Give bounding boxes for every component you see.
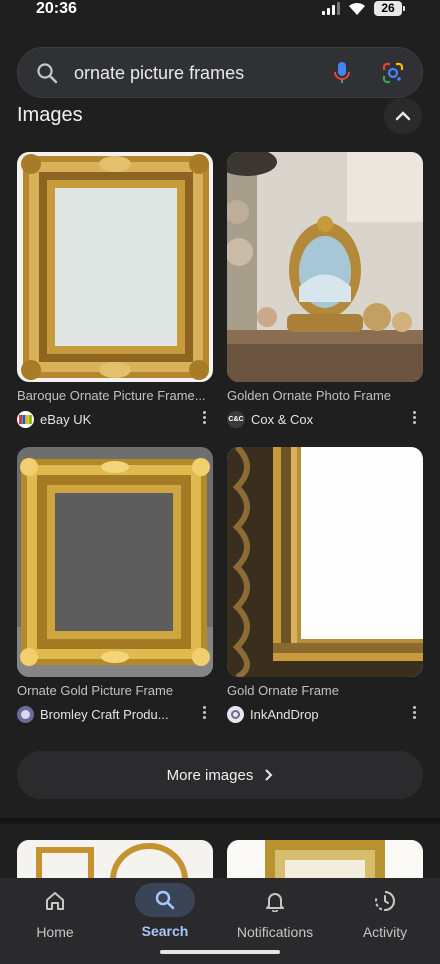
result-thumbnail[interactable]: [17, 447, 213, 677]
result-source[interactable]: C&C Cox & Cox: [227, 410, 423, 428]
status-time: 20:36: [36, 0, 77, 17]
result-source[interactable]: Bromley Craft Produ...: [17, 705, 213, 723]
image-result[interactable]: Ornate Gold Picture Frame Bromley Craft …: [17, 447, 213, 723]
result-title[interactable]: Ornate Gold Picture Frame: [17, 683, 213, 698]
image-result[interactable]: Golden Ornate Photo Frame C&C Cox & Cox: [227, 152, 423, 428]
chevron-up-icon: [395, 111, 411, 121]
chevron-right-icon: [265, 769, 273, 781]
result-title[interactable]: Golden Ornate Photo Frame: [227, 388, 423, 403]
nav-notifications[interactable]: Notifications: [220, 878, 330, 940]
result-thumbnail[interactable]: [17, 152, 213, 382]
nav-search[interactable]: Search: [110, 878, 220, 939]
nav-home[interactable]: Home: [0, 878, 110, 940]
coxandcox-icon: C&C: [227, 410, 245, 428]
result-title[interactable]: Baroque Ornate Picture Frame...: [17, 388, 213, 403]
more-options-icon[interactable]: [411, 706, 417, 719]
search-icon: [155, 890, 175, 910]
more-options-icon[interactable]: [201, 411, 207, 424]
battery-icon: 26: [374, 1, 405, 16]
status-icons: 26: [322, 1, 405, 16]
image-result[interactable]: Gold Ornate Frame InkAndDrop: [227, 447, 423, 723]
result-thumbnail[interactable]: [227, 447, 423, 677]
nav-activity-label: Activity: [362, 924, 408, 940]
more-options-icon[interactable]: [201, 706, 207, 719]
lens-icon[interactable]: [382, 62, 404, 84]
images-heading: Images: [17, 104, 83, 126]
nav-search-label: Search: [141, 923, 189, 939]
home-indicator[interactable]: [160, 950, 280, 954]
bromley-icon: [17, 705, 34, 723]
nav-activity[interactable]: Activity: [330, 878, 440, 940]
nav-search-pill: [135, 883, 195, 917]
signal-icon: [322, 2, 340, 15]
inkanddrop-icon: [227, 705, 244, 723]
search-icon: [37, 63, 58, 84]
ebay-icon: [17, 410, 34, 428]
result-source[interactable]: InkAndDrop: [227, 705, 423, 723]
more-images-label: More images: [166, 766, 254, 784]
image-result[interactable]: Baroque Ornate Picture Frame... eBay UK: [17, 152, 213, 428]
bell-icon: [266, 893, 284, 912]
result-source[interactable]: eBay UK: [17, 410, 213, 428]
activity-icon: [375, 891, 396, 911]
more-images-button[interactable]: More images: [17, 751, 423, 799]
nav-home-label: Home: [36, 924, 74, 940]
home-icon: [46, 892, 64, 910]
section-divider: [0, 818, 440, 824]
collapse-button[interactable]: [384, 98, 422, 134]
nav-notifications-label: Notifications: [236, 924, 314, 940]
result-title[interactable]: Gold Ornate Frame: [227, 683, 423, 698]
more-options-icon[interactable]: [411, 411, 417, 424]
status-bar: 20:36 26: [0, 0, 440, 28]
search-query[interactable]: ornate picture frames: [74, 63, 244, 84]
search-input[interactable]: ornate picture frames: [17, 47, 423, 98]
mic-icon[interactable]: [332, 61, 352, 85]
wifi-icon: [349, 2, 365, 15]
result-thumbnail[interactable]: [227, 152, 423, 382]
